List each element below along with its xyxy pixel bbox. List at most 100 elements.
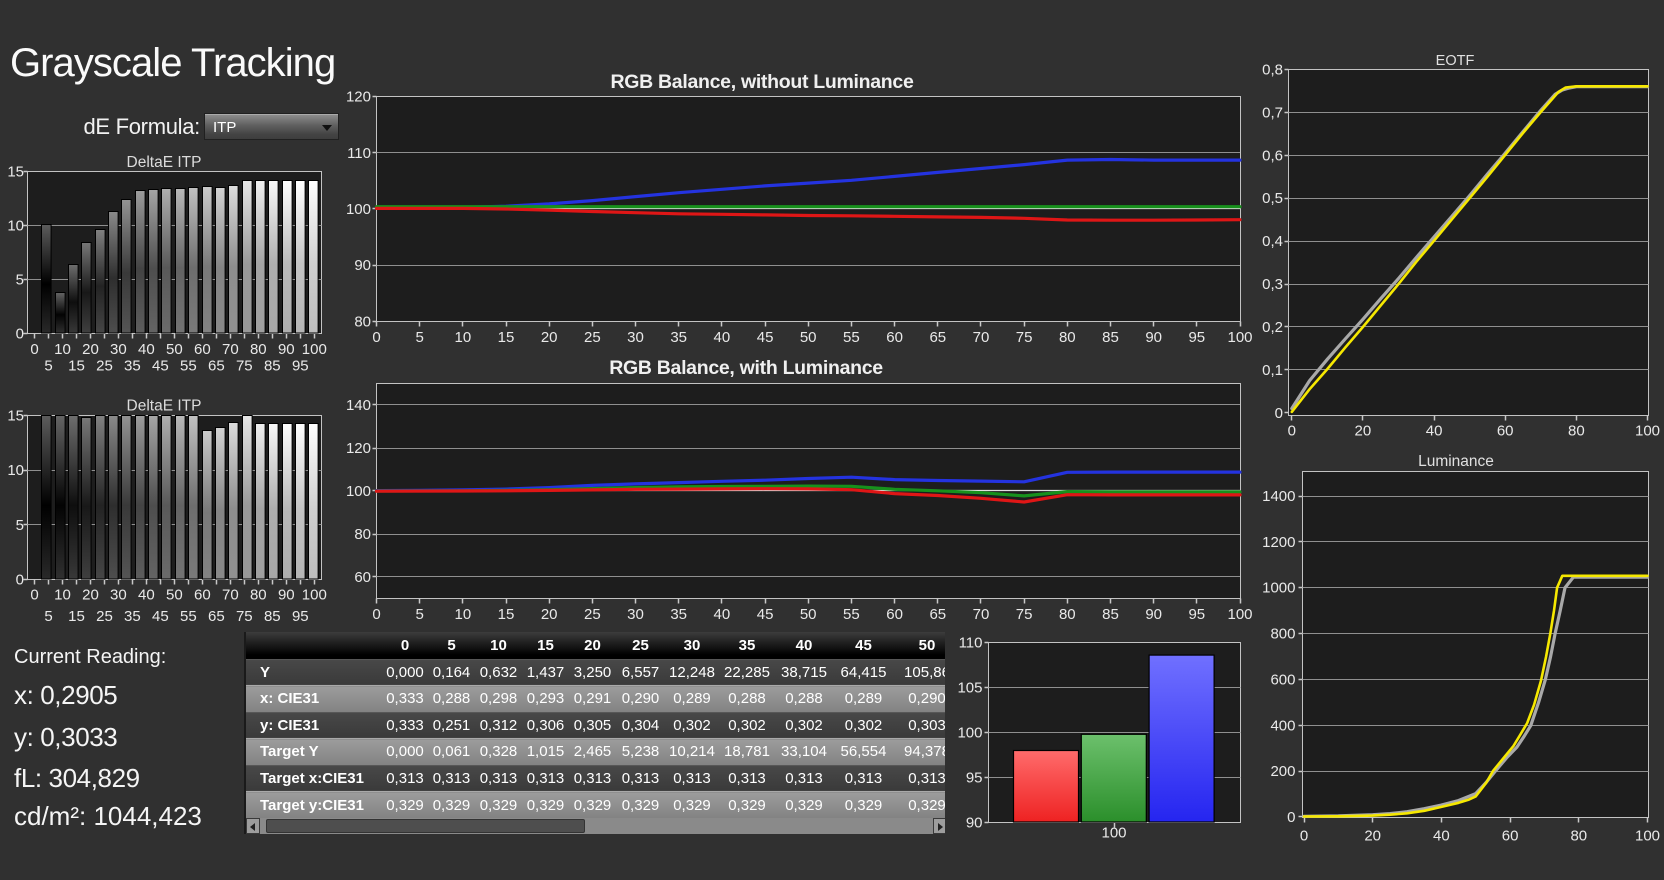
svg-text:200: 200	[1270, 763, 1295, 780]
svg-text:20: 20	[541, 329, 558, 346]
svg-text:EOTF: EOTF	[1436, 53, 1475, 69]
svg-text:80: 80	[1059, 606, 1076, 623]
svg-text:140: 140	[346, 397, 371, 414]
svg-text:65: 65	[208, 358, 225, 375]
svg-text:0,2: 0,2	[1262, 319, 1283, 336]
svg-text:0: 0	[30, 341, 38, 358]
svg-text:100: 100	[346, 483, 371, 500]
svg-text:5: 5	[44, 608, 52, 625]
svg-text:15: 15	[7, 164, 24, 181]
svg-text:80: 80	[354, 526, 371, 543]
svg-text:40: 40	[1426, 423, 1443, 440]
svg-text:0: 0	[1275, 405, 1283, 422]
svg-text:10: 10	[455, 606, 472, 623]
svg-text:80: 80	[250, 587, 267, 604]
svg-text:5: 5	[44, 358, 52, 375]
svg-text:85: 85	[264, 358, 281, 375]
svg-text:90: 90	[1145, 329, 1162, 346]
svg-text:10: 10	[7, 462, 24, 479]
svg-text:60: 60	[1502, 828, 1519, 845]
svg-text:10: 10	[54, 341, 71, 358]
svg-text:70: 70	[973, 606, 990, 623]
svg-text:35: 35	[124, 608, 141, 625]
svg-text:30: 30	[627, 329, 644, 346]
svg-text:RGB Balance, with Luminance: RGB Balance, with Luminance	[609, 357, 883, 379]
svg-text:100: 100	[1635, 828, 1660, 845]
svg-text:60: 60	[194, 341, 211, 358]
svg-text:100: 100	[302, 587, 327, 604]
svg-text:65: 65	[208, 608, 225, 625]
svg-text:0,3: 0,3	[1262, 276, 1283, 293]
svg-text:75: 75	[236, 608, 253, 625]
svg-text:45: 45	[152, 358, 169, 375]
svg-text:Luminance: Luminance	[1418, 453, 1494, 470]
svg-text:15: 15	[68, 608, 85, 625]
svg-text:40: 40	[138, 587, 155, 604]
svg-text:80: 80	[250, 341, 267, 358]
svg-text:35: 35	[670, 606, 687, 623]
svg-text:50: 50	[166, 341, 183, 358]
svg-text:RGB Balance, without Luminance: RGB Balance, without Luminance	[610, 71, 913, 93]
svg-text:0: 0	[16, 572, 24, 589]
svg-text:5: 5	[416, 606, 424, 623]
svg-text:70: 70	[973, 329, 990, 346]
svg-text:100: 100	[346, 201, 371, 218]
svg-text:80: 80	[1568, 423, 1585, 440]
svg-text:15: 15	[498, 329, 515, 346]
svg-text:0,7: 0,7	[1262, 104, 1283, 121]
svg-text:0: 0	[372, 606, 380, 623]
svg-text:40: 40	[1433, 828, 1450, 845]
svg-text:0: 0	[1287, 809, 1295, 826]
svg-text:95: 95	[966, 770, 983, 787]
svg-text:15: 15	[68, 358, 85, 375]
svg-text:120: 120	[346, 440, 371, 457]
svg-text:55: 55	[180, 358, 197, 375]
svg-text:35: 35	[670, 329, 687, 346]
svg-text:0: 0	[1300, 828, 1308, 845]
svg-text:0: 0	[1288, 423, 1296, 440]
svg-text:30: 30	[627, 606, 644, 623]
svg-text:55: 55	[843, 329, 860, 346]
svg-text:50: 50	[800, 329, 817, 346]
svg-text:5: 5	[16, 272, 24, 289]
svg-text:1000: 1000	[1262, 580, 1295, 597]
svg-text:45: 45	[757, 606, 774, 623]
svg-text:600: 600	[1270, 671, 1295, 688]
svg-text:100: 100	[302, 341, 327, 358]
svg-text:110: 110	[959, 635, 983, 652]
svg-text:105: 105	[957, 680, 982, 697]
svg-text:10: 10	[54, 587, 71, 604]
svg-text:400: 400	[1270, 717, 1295, 734]
svg-text:DeltaE ITP: DeltaE ITP	[127, 154, 202, 171]
svg-text:90: 90	[278, 341, 295, 358]
svg-text:0,1: 0,1	[1262, 362, 1283, 379]
svg-text:50: 50	[800, 606, 817, 623]
svg-text:90: 90	[354, 257, 371, 274]
svg-text:65: 65	[929, 329, 946, 346]
svg-text:15: 15	[498, 606, 515, 623]
svg-text:90: 90	[278, 587, 295, 604]
svg-text:85: 85	[264, 608, 281, 625]
svg-text:100: 100	[1101, 825, 1126, 842]
svg-text:95: 95	[292, 608, 309, 625]
svg-text:55: 55	[180, 608, 197, 625]
svg-text:85: 85	[1102, 606, 1119, 623]
svg-text:DeltaE ITP: DeltaE ITP	[127, 398, 202, 415]
svg-text:60: 60	[354, 569, 371, 586]
svg-text:120: 120	[346, 89, 371, 106]
svg-text:5: 5	[416, 329, 424, 346]
svg-text:80: 80	[1570, 828, 1587, 845]
svg-text:45: 45	[757, 329, 774, 346]
svg-text:75: 75	[1016, 606, 1033, 623]
svg-text:60: 60	[1497, 423, 1514, 440]
svg-text:30: 30	[110, 587, 127, 604]
svg-text:20: 20	[541, 606, 558, 623]
svg-text:75: 75	[236, 358, 253, 375]
svg-text:35: 35	[124, 358, 141, 375]
svg-text:30: 30	[110, 341, 127, 358]
svg-text:65: 65	[929, 606, 946, 623]
svg-text:40: 40	[714, 606, 731, 623]
svg-text:100: 100	[1635, 423, 1660, 440]
svg-text:5: 5	[16, 517, 24, 534]
svg-text:100: 100	[957, 725, 982, 742]
